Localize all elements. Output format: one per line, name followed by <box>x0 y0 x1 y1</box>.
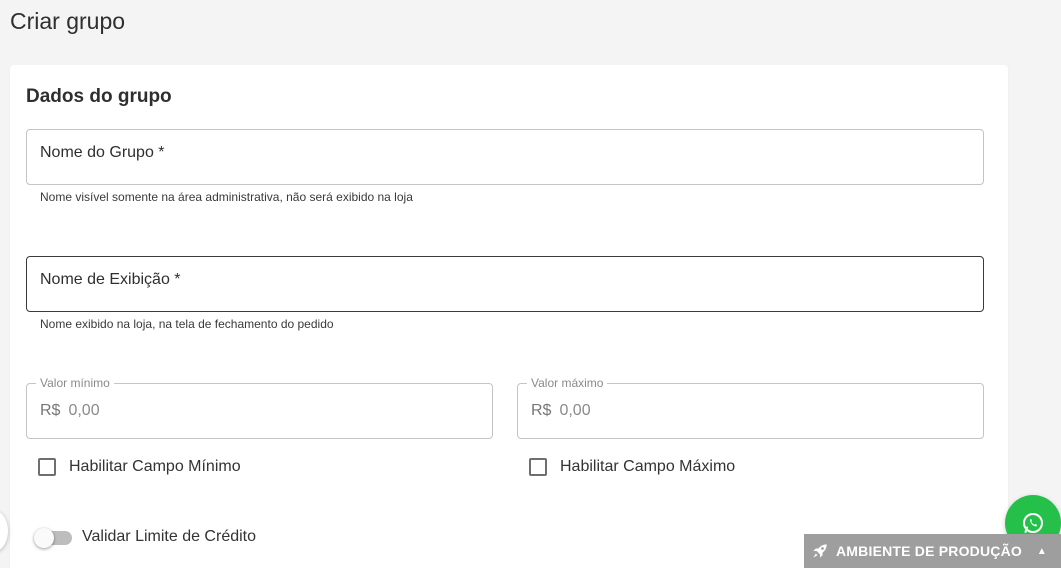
min-value-display: R$ 0,00 <box>40 402 100 420</box>
checkbox-icon[interactable] <box>529 458 547 476</box>
min-value-placeholder: 0,00 <box>68 402 100 419</box>
enable-min-checkbox[interactable]: Habilitar Campo Mínimo <box>38 458 241 476</box>
max-value-placeholder: 0,00 <box>559 402 591 419</box>
credit-limit-label: Validar Limite de Crédito <box>82 528 257 545</box>
group-name-label: Nome do Grupo * <box>40 144 165 161</box>
group-name-field[interactable]: Nome do Grupo * <box>26 129 984 185</box>
environment-label: AMBIENTE DE PRODUÇÃO <box>836 543 1023 559</box>
display-name-field[interactable]: Nome de Exibição * <box>26 256 984 312</box>
group-data-card: Dados do grupo Nome do Grupo * Nome visí… <box>10 65 1008 568</box>
toggle-thumb[interactable] <box>34 528 54 548</box>
rocket-icon <box>813 544 827 558</box>
section-title: Dados do grupo <box>26 86 172 107</box>
max-value-display: R$ 0,00 <box>531 402 591 420</box>
credit-limit-toggle-row[interactable]: Validar Limite de Crédito <box>34 527 257 548</box>
currency-prefix: R$ <box>40 402 61 419</box>
enable-max-label: Habilitar Campo Máximo <box>560 458 736 475</box>
max-value-input[interactable]: Valor máximo R$ 0,00 <box>517 376 984 439</box>
environment-bar[interactable]: AMBIENTE DE PRODUÇÃO ▲ <box>804 534 1061 568</box>
credit-limit-toggle[interactable] <box>34 527 72 548</box>
max-value-label: Valor máximo <box>527 376 608 390</box>
side-drawer-handle[interactable] <box>0 510 8 552</box>
page-title: Criar grupo <box>10 8 126 34</box>
enable-min-label: Habilitar Campo Mínimo <box>69 458 241 475</box>
caret-up-icon[interactable]: ▲ <box>1037 546 1047 557</box>
whatsapp-icon <box>1023 513 1043 533</box>
checkbox-icon[interactable] <box>38 458 56 476</box>
display-name-helper: Nome exibido na loja, na tela de fechame… <box>40 317 334 331</box>
currency-prefix: R$ <box>531 402 552 419</box>
group-name-helper: Nome visível somente na área administrat… <box>40 190 413 204</box>
display-name-label: Nome de Exibição * <box>40 271 181 288</box>
min-value-input[interactable]: Valor mínimo R$ 0,00 <box>26 376 493 439</box>
enable-max-checkbox[interactable]: Habilitar Campo Máximo <box>529 458 735 476</box>
min-value-label: Valor mínimo <box>36 376 114 390</box>
